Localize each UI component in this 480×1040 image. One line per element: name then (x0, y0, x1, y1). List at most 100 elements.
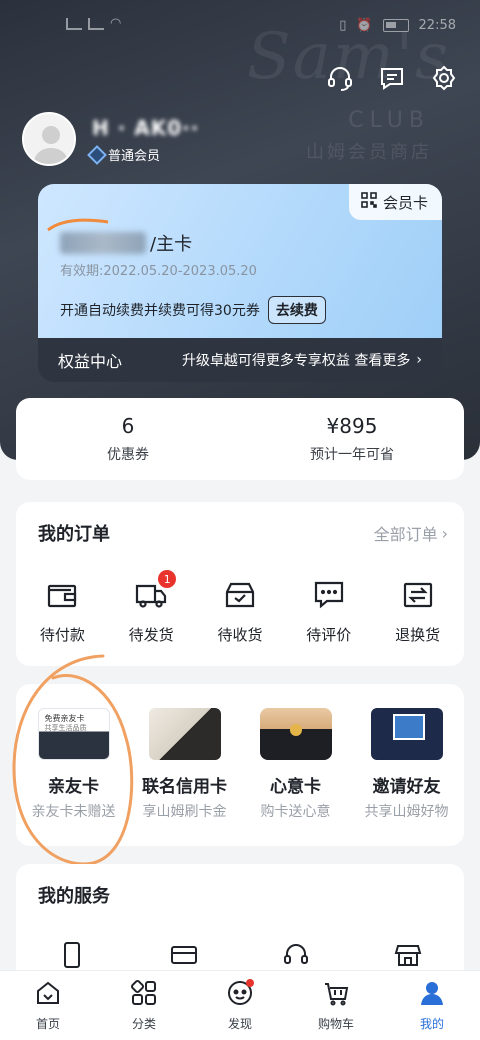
storefront-icon[interactable] (393, 940, 423, 974)
wallet-icon (45, 578, 79, 616)
profile-header: Sam's CLUB 山姆会员商店 ◠ ▯ ⏰ 22:58 H · AK0·· (0, 0, 480, 460)
tab-cart[interactable]: 购物车 (296, 979, 376, 1032)
promo-gift-card[interactable]: 心意卡 购卡送心意 (240, 708, 351, 821)
promo-title: 联名信用卡 (142, 777, 227, 797)
promo-subtitle: 共享山姆好物 (364, 804, 449, 820)
credit-card-image (148, 708, 221, 760)
validity-period: 有效期:2022.05.20-2023.05.20 (60, 264, 257, 279)
category-icon (130, 979, 158, 1011)
order-item-label: 退换货 (395, 626, 441, 644)
tab-label: 我的 (419, 1017, 444, 1031)
gift-card-image (259, 708, 332, 760)
username: H · AK0·· (92, 116, 200, 140)
rights-upgrade-link[interactable]: 升级卓越可得更多专享权益 查看更多 › (182, 350, 422, 370)
member-level-label: 普通会员 (108, 149, 161, 164)
savings-stats: 6 优惠券 ¥895 预计一年可省 (16, 398, 464, 480)
renew-promo-text: 开通自动续费并续费可得30元券 (60, 303, 260, 319)
invite-card-image (370, 708, 443, 760)
promo-title: 亲友卡 (48, 777, 99, 797)
member-level-badge[interactable]: 普通会员 (87, 144, 161, 165)
rights-center-bar[interactable]: 权益中心 升级卓越可得更多专享权益 查看更多 › (38, 338, 442, 382)
battery-icon (382, 19, 409, 32)
promo-subtitle: 享山姆刷卡金 (142, 804, 227, 820)
headset-icon[interactable] (281, 940, 311, 974)
savings-amount: ¥895 (326, 414, 378, 438)
order-item-label: 待付款 (39, 626, 85, 644)
status-signal-group: ◠ (66, 16, 121, 31)
bottom-tab-bar: 首页 分类 发现 购物车 我的 (0, 970, 480, 1040)
status-time: 22:58 (418, 18, 456, 33)
vibrate-icon: ▯ (339, 18, 347, 33)
promo-family-card[interactable]: 免费亲友卡 共享生活品质 亲友卡 亲友卡未赠送 (18, 708, 129, 821)
savings-stat[interactable]: ¥895 预计一年可省 (240, 398, 464, 480)
profile-icon (418, 979, 446, 1011)
coupon-label: 优惠券 (107, 447, 149, 463)
order-pending-payment[interactable]: 待付款 (21, 578, 103, 645)
chevron-right-icon: › (441, 523, 448, 543)
exchange-icon (401, 578, 435, 616)
status-right-group: ▯ ⏰ 22:58 (339, 18, 456, 33)
settings-icon[interactable] (430, 64, 458, 92)
member-card-button[interactable]: 会员卡 (348, 184, 442, 220)
coupon-stat[interactable]: 6 优惠券 (16, 398, 240, 480)
order-item-label: 待发货 (128, 626, 174, 644)
tab-discover[interactable]: 发现 (200, 979, 280, 1032)
status-bar: ◠ ▯ ⏰ 22:58 (0, 0, 480, 60)
tab-label: 发现 (227, 1017, 252, 1031)
membership-card-face: 会员卡 /主卡 有效期:2022.05.20-2023.05.20 开通自动续费… (38, 184, 442, 338)
family-card-image-subtext: 共享生活品质 (44, 724, 87, 732)
avatar[interactable] (22, 112, 76, 166)
message-icon[interactable] (378, 64, 406, 92)
promo-invite-friends[interactable]: 邀请好友 共享山姆好物 (351, 708, 462, 821)
headset-icon[interactable] (326, 64, 354, 92)
order-pending-shipment[interactable]: 1 待发货 (110, 570, 192, 645)
promo-title: 心意卡 (270, 777, 321, 797)
brand-watermark-cn: 山姆会员商店 (306, 142, 432, 163)
order-item-label: 待收货 (217, 626, 263, 644)
member-card-label: 会员卡 (382, 193, 428, 212)
tab-category[interactable]: 分类 (104, 979, 184, 1032)
alarm-icon: ⏰ (356, 18, 373, 33)
promo-title: 邀请好友 (372, 777, 441, 797)
chevron-right-icon: › (416, 352, 422, 368)
tab-home[interactable]: 首页 (8, 979, 88, 1032)
order-status-row: 待付款 1 待发货 待收货 待评价 退换货 (16, 570, 464, 645)
promo-cards-section: 免费亲友卡 共享生活品质 亲友卡 亲友卡未赠送 联名信用卡 享山姆刷卡金 心意卡… (16, 684, 464, 846)
services-title: 我的服务 (38, 886, 110, 907)
order-pending-receipt[interactable]: 待收货 (199, 578, 281, 645)
home-icon (34, 979, 62, 1011)
orders-title: 我的订单 (38, 524, 110, 545)
inbox-icon (223, 578, 257, 616)
order-returns[interactable]: 退换货 (377, 578, 459, 645)
order-pending-review[interactable]: 待评价 (288, 578, 370, 645)
diamond-icon (87, 144, 107, 165)
promo-subtitle: 亲友卡未赠送 (31, 804, 116, 820)
tab-profile[interactable]: 我的 (392, 979, 472, 1032)
promo-credit-card[interactable]: 联名信用卡 享山姆刷卡金 (129, 708, 240, 821)
card-type-label: /主卡 (150, 234, 193, 255)
family-card-image: 免费亲友卡 共享生活品质 (37, 708, 110, 760)
phone-icon[interactable] (57, 940, 87, 974)
card-icon[interactable] (169, 940, 199, 974)
wifi-icon: ◠ (110, 16, 122, 31)
tab-label: 分类 (131, 1017, 156, 1031)
card-holder: /主卡 (60, 230, 192, 256)
renew-button[interactable]: 去续费 (267, 296, 326, 324)
brand-watermark-club: CLUB (348, 108, 430, 133)
tab-label: 购物车 (317, 1017, 354, 1031)
all-orders-link[interactable]: 全部订单 › (374, 521, 448, 545)
header-actions (326, 64, 458, 92)
all-orders-label: 全部订单 (373, 525, 438, 544)
rights-upgrade-text: 升级卓越可得更多专享权益 查看更多 (181, 353, 411, 369)
qrcode-icon (361, 192, 377, 212)
signal-icon (88, 17, 104, 30)
card-holder-name-redacted (60, 232, 146, 254)
savings-label: 预计一年可省 (310, 447, 394, 463)
promo-row: 免费亲友卡 共享生活品质 亲友卡 亲友卡未赠送 联名信用卡 享山姆刷卡金 心意卡… (16, 708, 464, 821)
renew-row: 开通自动续费并续费可得30元券 去续费 (60, 296, 326, 324)
coupon-count: 6 (121, 414, 135, 438)
membership-card[interactable]: 会员卡 /主卡 有效期:2022.05.20-2023.05.20 开通自动续费… (38, 184, 442, 382)
my-orders-section: 我的订单 全部订单 › 待付款 1 待发货 待收货 待评价 退换货 (16, 502, 464, 666)
signal-icon (66, 17, 82, 30)
cart-icon (322, 979, 350, 1011)
